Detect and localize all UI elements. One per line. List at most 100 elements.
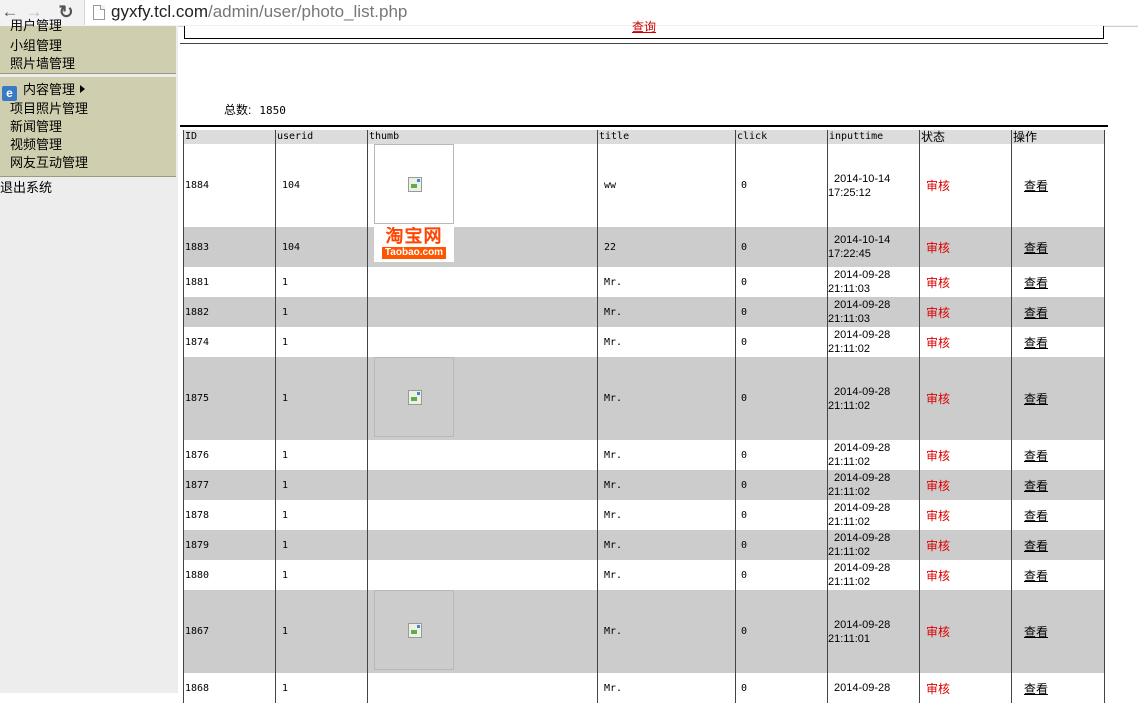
view-link[interactable]: 查看 [1024,479,1048,493]
view-link[interactable]: 查看 [1024,509,1048,523]
view-link[interactable]: 查看 [1024,241,1048,255]
review-link[interactable]: 审核 [926,625,950,639]
view-link[interactable]: 查看 [1024,625,1048,639]
cell-inputtime: 2014-09-28 21:11:01 [827,590,920,673]
inputtime-date: 2014-09-28 [834,269,891,281]
search-link[interactable]: 查询 [632,20,656,34]
inputtime-date: 2014-09-28 [834,329,891,341]
table-body: 1884 104 ww 0 2014-10-14 17:25:12 审核 查看 1883 104 淘… [183,144,1105,703]
cell-id: 1867 [183,590,276,673]
cell-click: 0 [735,560,828,590]
total-value: 1850 [259,104,286,117]
sidebar-content-header[interactable]: e 内容管理 [2,81,86,101]
broken-image-icon [408,177,422,192]
review-link[interactable]: 审核 [926,682,950,696]
divider [180,43,1108,44]
inputtime-date: 2014-09-28 [834,442,891,454]
view-link[interactable]: 查看 [1024,569,1048,583]
review-link[interactable]: 审核 [926,336,950,350]
taobao-logo-cn: 淘宝网 [385,227,443,246]
cell-thumb [367,470,598,500]
cell-userid: 1 [275,560,368,590]
cell-userid: 1 [275,327,368,357]
sidebar-group-content: e 内容管理 项目照片管理 新闻管理 视频管理 网友互动管理 [0,77,176,177]
sidebar-item-group-manage[interactable]: 小组管理 [10,37,62,55]
taobao-logo-thumbnail[interactable]: 淘宝网 Taobao.com [374,227,454,262]
cell-action: 查看 [1011,357,1105,440]
sidebar-item-video[interactable]: 视频管理 [10,136,62,154]
review-link[interactable]: 审核 [926,276,950,290]
review-link[interactable]: 审核 [926,392,950,406]
cell-thumb [367,590,598,673]
inputtime-date: 2014-09-28 [834,385,891,398]
inputtime-date: 2014-09-28 [834,562,891,574]
search-form-frame: 查询 [184,20,1104,39]
view-link[interactable]: 查看 [1024,306,1048,320]
cell-click: 0 [735,297,828,327]
cell-thumb: 淘宝网 Taobao.com [367,227,598,267]
expand-arrow-icon [80,85,86,93]
cell-thumb [367,530,598,560]
cell-id: 1874 [183,327,276,357]
cell-id: 1881 [183,267,276,297]
view-link[interactable]: 查看 [1024,336,1048,350]
table-header-row: ID userid thumb title click inputtime 状态… [183,130,1105,144]
cell-userid: 1 [275,590,368,673]
cell-userid: 1 [275,673,368,703]
col-header-click: click [735,130,828,144]
cell-userid: 1 [275,500,368,530]
cell-title: Mr. [597,590,736,673]
review-link[interactable]: 审核 [926,241,950,255]
col-header-thumb: thumb [367,130,598,144]
sidebar-item-photo-wall[interactable]: 照片墙管理 [10,55,75,73]
cell-status: 审核 [919,440,1012,470]
cell-userid: 104 [275,227,368,267]
url-text[interactable]: gyxfy.tcl.com/admin/user/photo_list.php [111,2,407,22]
sidebar-item-news[interactable]: 新闻管理 [10,118,62,136]
cell-userid: 1 [275,440,368,470]
view-link[interactable]: 查看 [1024,682,1048,696]
cell-id: 1883 [183,227,276,267]
cell-thumb [367,327,598,357]
inputtime-time: 21:11:02 [828,486,871,498]
table-row: 1867 1 Mr. 0 2014-09-28 21:11:01 审核 查看 [183,590,1105,673]
view-link[interactable]: 查看 [1024,392,1048,406]
inputtime-time: 21:11:02 [828,516,871,528]
review-link[interactable]: 审核 [926,449,950,463]
logout-link[interactable]: 退出系统 [0,179,52,197]
table-row: 1875 1 Mr. 0 2014-09-28 21:11:02 审核 查看 [183,357,1105,440]
broken-image-icon [408,623,422,638]
col-header-title: title [597,130,736,144]
cell-inputtime: 2014-09-28 [827,673,920,703]
cell-status: 审核 [919,327,1012,357]
sidebar-item-user-manage[interactable]: 用户管理 [10,17,62,35]
sidebar-item-project-photos[interactable]: 项目照片管理 [10,100,88,118]
view-link[interactable]: 查看 [1024,179,1048,193]
view-link[interactable]: 查看 [1024,449,1048,463]
inputtime-date: 2014-09-28 [834,532,891,544]
review-link[interactable]: 审核 [926,509,950,523]
thumbnail[interactable] [374,357,454,437]
review-link[interactable]: 审核 [926,479,950,493]
table-row: 1876 1 Mr. 0 2014-09-28 21:11:02 审核 查看 [183,440,1105,470]
cell-thumb [367,440,598,470]
cell-title: Mr. [597,470,736,500]
cell-id: 1877 [183,470,276,500]
cell-status: 审核 [919,227,1012,267]
review-link[interactable]: 审核 [926,539,950,553]
view-link[interactable]: 查看 [1024,539,1048,553]
cell-inputtime: 2014-09-28 21:11:02 [827,357,920,440]
cell-userid: 1 [275,297,368,327]
sidebar-item-interaction[interactable]: 网友互动管理 [10,154,88,172]
address-bar[interactable]: gyxfy.tcl.com/admin/user/photo_list.php [84,0,1138,25]
thumbnail[interactable] [374,590,454,670]
cell-status: 审核 [919,673,1012,703]
view-link[interactable]: 查看 [1024,276,1048,290]
inputtime-time: 21:11:02 [828,456,871,468]
table-top-rule [180,125,1108,127]
thumbnail[interactable] [374,144,454,224]
review-link[interactable]: 审核 [926,306,950,320]
review-link[interactable]: 审核 [926,179,950,193]
cell-action: 查看 [1011,440,1105,470]
review-link[interactable]: 审核 [926,569,950,583]
